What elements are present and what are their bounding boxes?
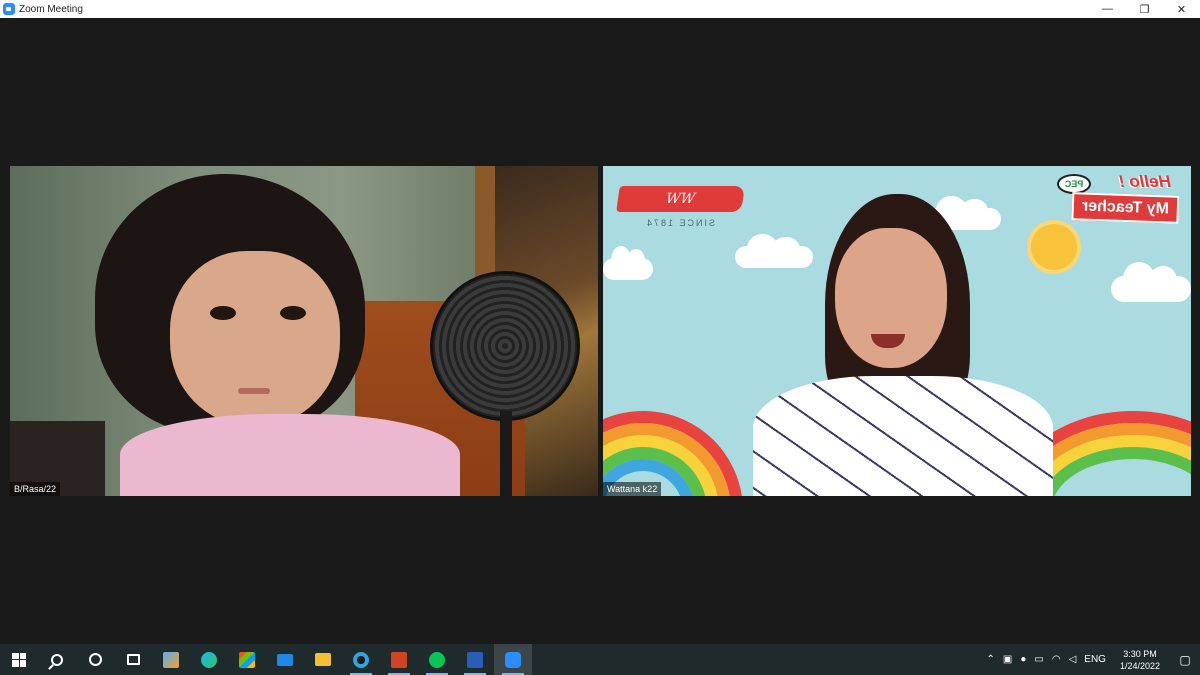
zoom-button[interactable]	[494, 644, 532, 675]
media-player-button[interactable]	[152, 644, 190, 675]
participant-face	[170, 251, 340, 426]
clock-time: 3:30 PM	[1123, 648, 1157, 659]
cloud-decoration	[1111, 261, 1191, 302]
search-button[interactable]	[38, 644, 76, 675]
maximize-button[interactable]: ❐	[1126, 0, 1163, 18]
powerpoint-icon	[391, 651, 407, 668]
start-button[interactable]	[0, 644, 38, 675]
participant-mouth	[238, 388, 270, 394]
participant-video-tile[interactable]: B/Rasa/22	[10, 166, 598, 496]
microphone-icon[interactable]: ●	[1020, 654, 1026, 665]
powerpoint-button[interactable]	[380, 644, 418, 675]
teacher-banner-text: My Teacher	[1071, 192, 1180, 224]
file-explorer-icon	[315, 653, 331, 666]
store-icon	[239, 651, 255, 668]
edge-button[interactable]	[190, 644, 228, 675]
system-tray: ⌃ ▣ ● ▭ ◠ ◁ ENG 3:30 PM 1/24/2022 ▢	[983, 644, 1200, 675]
title-bar: Zoom Meeting — ❐ ✕	[0, 0, 1200, 18]
hello-banner: Hello ! PEC My Teacher	[1031, 172, 1180, 224]
cortana-icon	[88, 653, 102, 666]
file-explorer-button[interactable]	[304, 644, 342, 675]
cortana-button[interactable]	[76, 644, 114, 675]
cloud-decoration	[735, 233, 813, 268]
zoom-app-icon	[3, 3, 15, 15]
edge-icon	[201, 651, 217, 668]
store-button[interactable]	[228, 644, 266, 675]
zoom-icon	[505, 651, 521, 668]
taskbar: ⌃ ▣ ● ▭ ◠ ◁ ENG 3:30 PM 1/24/2022 ▢	[0, 644, 1200, 675]
task-view-button[interactable]	[114, 644, 152, 675]
school-logo: WW	[616, 186, 745, 212]
windows-start-icon	[12, 652, 26, 667]
minimize-button[interactable]: —	[1089, 0, 1126, 18]
since-text: SINCE 1874	[645, 218, 716, 228]
window-controls: — ❐ ✕	[1089, 0, 1200, 18]
sun-decoration	[1031, 224, 1077, 270]
hello-text: Hello !	[1119, 172, 1171, 191]
participant-shirt	[120, 414, 460, 496]
word-icon	[467, 651, 483, 668]
speech-bubble: PEC	[1057, 174, 1091, 194]
clock[interactable]: 3:30 PM 1/24/2022	[1120, 648, 1160, 672]
wifi-icon[interactable]: ◠	[1052, 654, 1061, 665]
participant-video-tile[interactable]: WW SINCE 1874 Hello ! PEC My Teacher Wat…	[603, 166, 1191, 496]
task-view-icon	[126, 654, 140, 665]
search-icon	[51, 653, 63, 666]
language-indicator[interactable]: ENG	[1084, 654, 1106, 665]
participant-name-tag: Wattana k22	[603, 482, 662, 496]
webex-button[interactable]	[342, 644, 380, 675]
participant-eye	[210, 306, 236, 320]
notification-icon[interactable]: ▢	[1170, 653, 1200, 667]
clock-date: 1/24/2022	[1119, 660, 1160, 671]
meeting-stage: B/Rasa/22 WW SINCE 1874 Hello ! PEC My T…	[0, 18, 1200, 644]
webex-icon	[353, 651, 369, 668]
mail-button[interactable]	[266, 644, 304, 675]
line-button[interactable]	[418, 644, 456, 675]
cloud-decoration	[603, 245, 653, 280]
mail-icon	[277, 653, 293, 666]
word-button[interactable]	[456, 644, 494, 675]
device-icon[interactable]: ▣	[1003, 654, 1012, 665]
line-icon	[429, 651, 445, 668]
participant-blouse	[753, 376, 1053, 496]
close-button[interactable]: ✕	[1163, 0, 1200, 18]
participant-eye	[280, 306, 306, 320]
participant-name-tag: B/Rasa/22	[10, 482, 61, 496]
window-title: Zoom Meeting	[19, 3, 83, 15]
battery-icon[interactable]: ▭	[1034, 654, 1043, 665]
media-player-icon	[163, 651, 179, 668]
chevron-up-icon[interactable]: ⌃	[987, 654, 995, 665]
volume-icon[interactable]: ◁	[1069, 654, 1077, 665]
